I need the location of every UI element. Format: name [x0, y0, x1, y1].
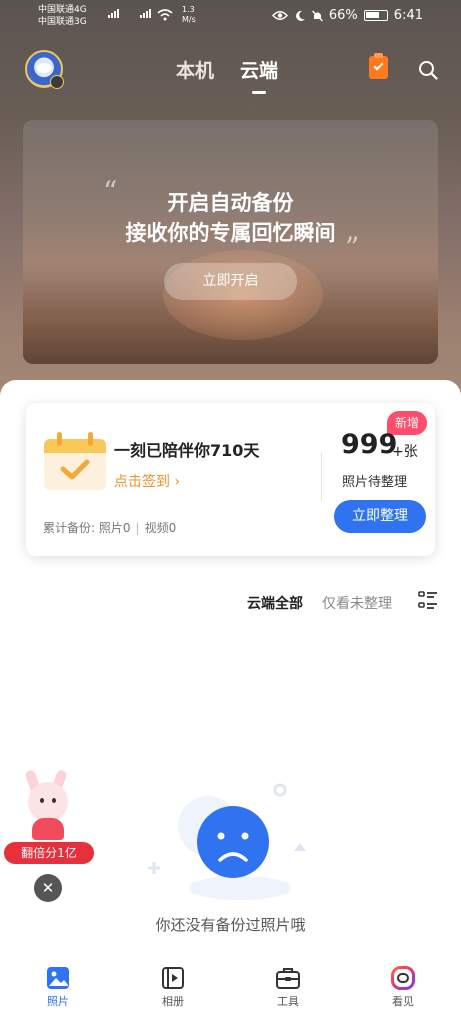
photo-icon: [47, 967, 69, 989]
bunny-eye: [40, 798, 44, 803]
calendar-check-icon: [44, 432, 106, 490]
bottom-nav: 照片 相册 工具 看见: [0, 958, 461, 1024]
moon-icon: [295, 10, 305, 21]
card-divider: [321, 453, 322, 501]
pending-count-suffix: +张: [392, 444, 418, 460]
status-right: 66% 6:41: [271, 8, 423, 23]
album-icon: [162, 967, 184, 989]
bell-off-icon: [311, 10, 323, 21]
status-bar: 中国联通4G 中国联通3G 1.3 M/s 66% 6:41: [0, 0, 461, 34]
sad-face-illustration: [148, 783, 306, 900]
wifi-icon: [157, 9, 173, 21]
enable-backup-button[interactable]: 立即开启: [164, 263, 297, 300]
nav-photos[interactable]: 照片: [28, 966, 88, 1009]
pending-count: 999: [341, 429, 398, 460]
vip-badge-icon: [50, 75, 64, 89]
bunny-mascot-icon: [28, 782, 68, 822]
banner-subtitle: 接收你的专属回忆瞬间: [125, 221, 336, 245]
list-view-icon[interactable]: [418, 591, 438, 609]
nav-albums[interactable]: 相册: [143, 966, 203, 1009]
backup-photos: 照片0: [98, 521, 131, 535]
nav-discover[interactable]: 看见: [373, 966, 433, 1009]
source-tabs: 本机 云端: [176, 56, 278, 94]
carrier-info: 中国联通4G 中国联通3G: [38, 4, 87, 28]
auto-backup-banner: “ 开启自动备份 接收你的专属回忆瞬间 ” 立即开启: [23, 120, 438, 364]
backup-stats: 累计备份: 照片0 | 视频0: [43, 519, 176, 536]
pending-label: 照片待整理: [342, 475, 408, 490]
checkin-link[interactable]: 点击签到 ›: [114, 471, 180, 491]
backup-label: 累计备份:: [43, 521, 96, 535]
nav-tools[interactable]: 工具: [258, 966, 318, 1009]
net-speed-value: 1.3: [182, 5, 195, 14]
net-speed-unit: M/s: [182, 15, 196, 24]
filter-unorganized[interactable]: 仅看未整理: [322, 593, 392, 613]
nav-discover-label: 看见: [392, 995, 414, 1008]
header: 本机 云端: [0, 44, 461, 94]
empty-state-text: 你还没有备份过照片哦: [155, 916, 306, 934]
avatar[interactable]: [25, 50, 64, 89]
tab-cloud[interactable]: 云端: [240, 56, 278, 94]
tab-local[interactable]: 本机: [176, 56, 214, 83]
clipboard-check-icon[interactable]: [369, 53, 388, 79]
carrier-1: 中国联通4G: [38, 5, 87, 15]
close-quote-icon: ”: [345, 231, 360, 264]
nav-albums-label: 相册: [162, 995, 184, 1008]
search-icon[interactable]: [418, 60, 438, 80]
promo-label[interactable]: 翻倍分1亿: [4, 842, 94, 864]
companion-days: 一刻已陪伴你710天: [114, 441, 260, 460]
backup-videos: 视频0: [144, 521, 177, 535]
carrier-2: 中国联通3G: [38, 17, 87, 27]
nav-tools-label: 工具: [277, 995, 299, 1008]
toolbox-icon: [276, 968, 300, 989]
filter-cloud-all[interactable]: 云端全部: [247, 593, 303, 613]
clock: 6:41: [393, 8, 423, 23]
signal-icon: [140, 9, 151, 18]
battery-icon: [363, 10, 388, 21]
nav-photos-label: 照片: [47, 995, 69, 1008]
avatar-face: [37, 63, 51, 73]
promo-close-button[interactable]: ✕: [34, 874, 62, 902]
net-speed: 1.3 M/s: [182, 5, 196, 25]
eye-icon: [271, 11, 288, 20]
organize-button[interactable]: 立即整理: [334, 500, 426, 533]
discover-lens-icon: [391, 966, 415, 990]
bunny-eye: [52, 798, 56, 803]
signal-icon: [108, 9, 119, 18]
companion-card: 一刻已陪伴你710天 点击签到 › 新增 999 +张 照片待整理 立即整理 累…: [26, 403, 435, 556]
banner-title: 开启自动备份: [167, 191, 294, 215]
bunny-body: [32, 818, 64, 840]
battery-percent: 66%: [328, 8, 358, 23]
stats-separator: |: [135, 521, 140, 535]
